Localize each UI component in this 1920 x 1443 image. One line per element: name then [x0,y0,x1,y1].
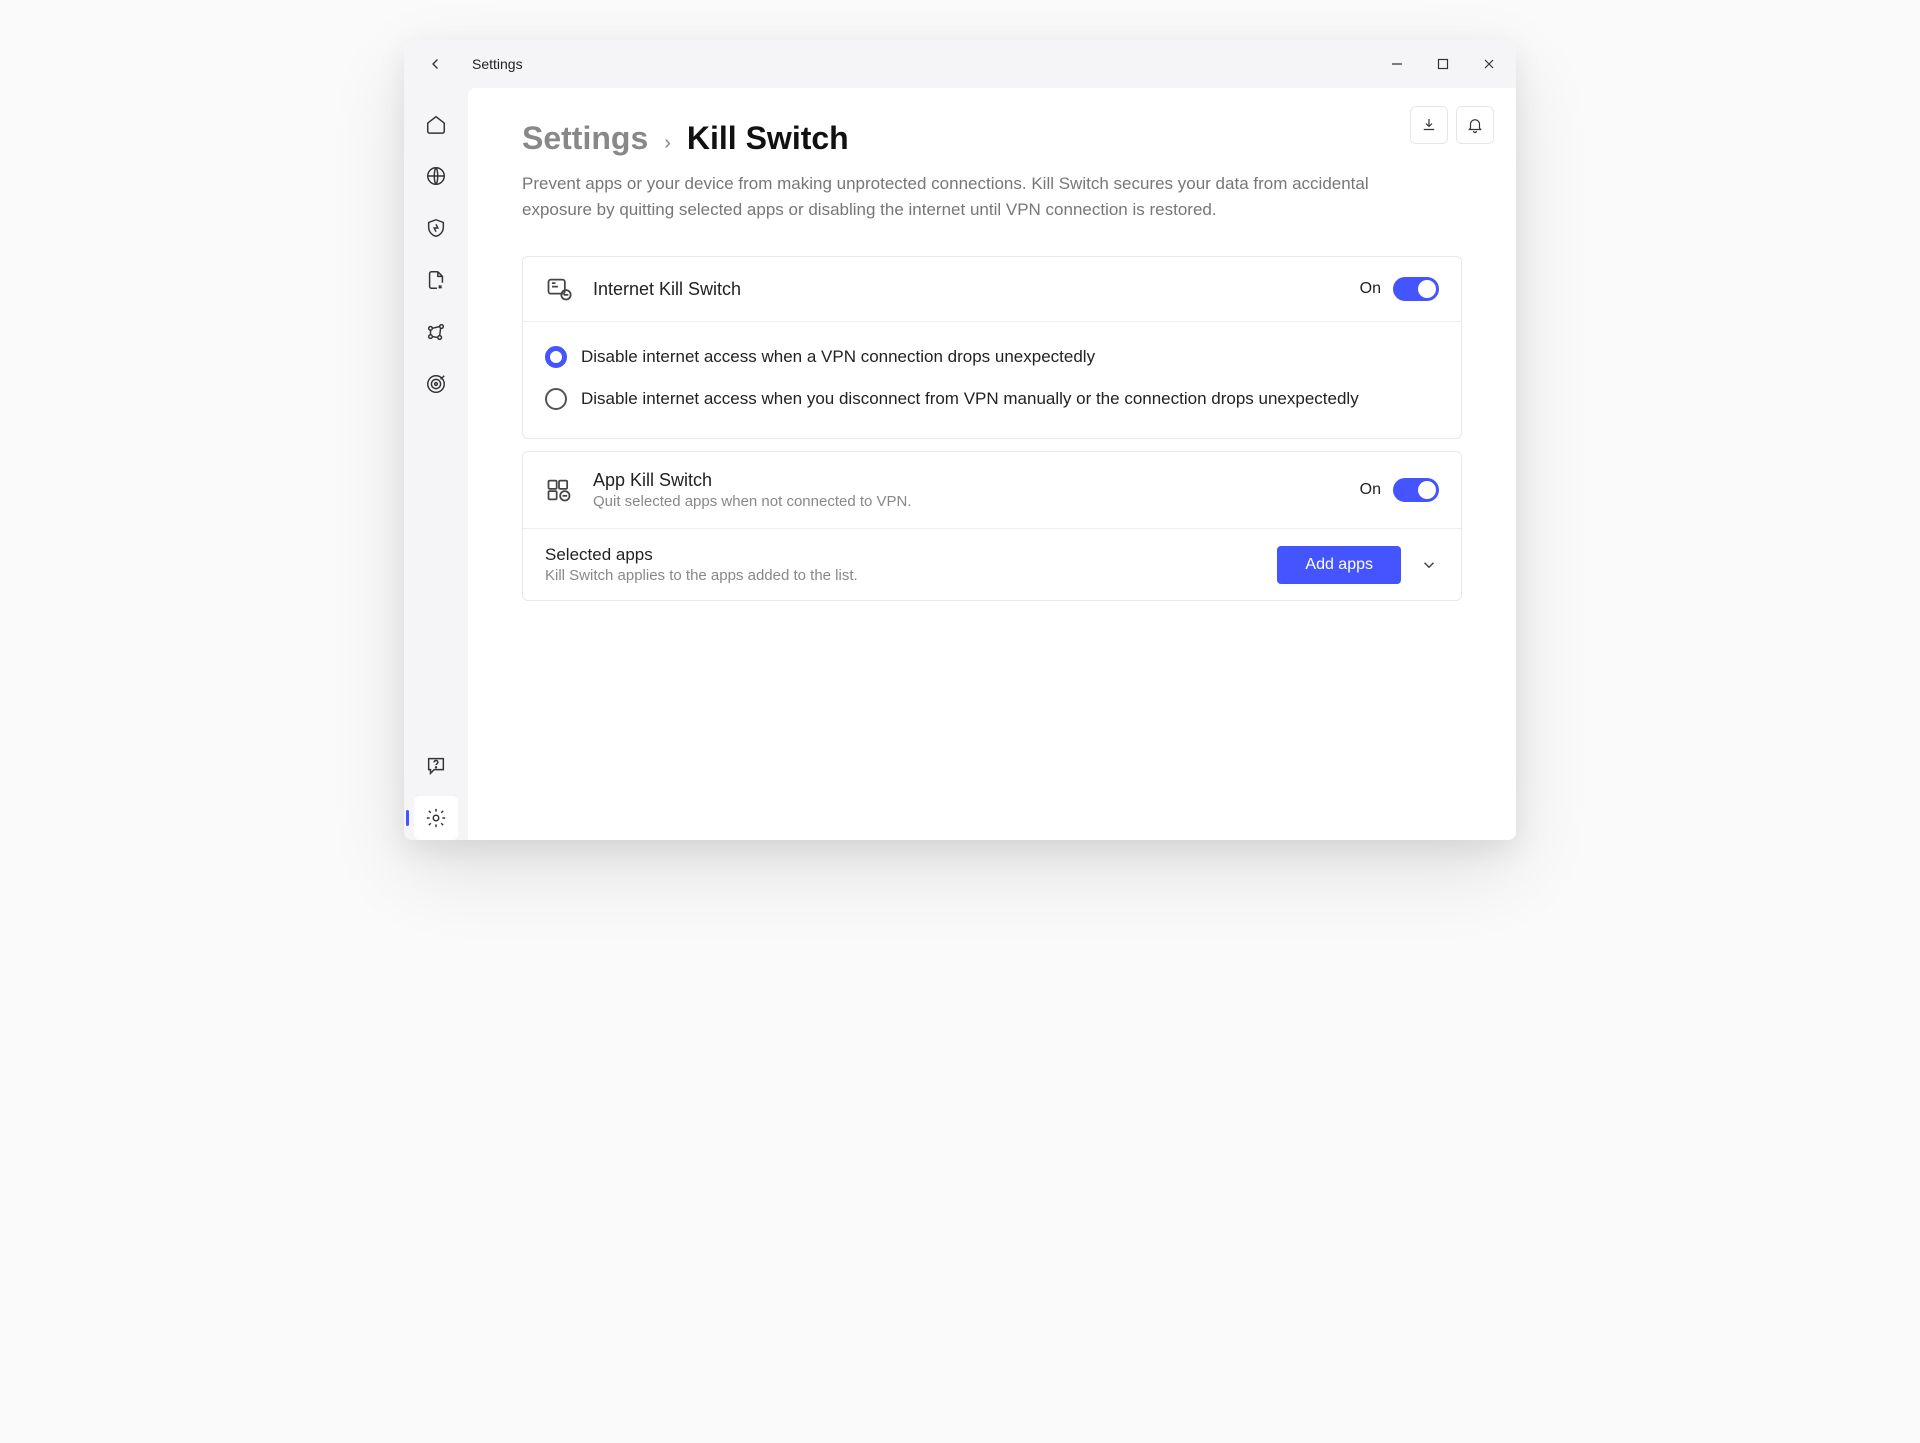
app-window: Settings Settings › [404,40,1516,840]
breadcrumb-separator-icon: › [664,132,671,155]
sidebar-item-goal[interactable] [414,362,458,406]
ks-option-always[interactable]: Disable internet access when you disconn… [545,378,1439,420]
ks-option-unexpected[interactable]: Disable internet access when a VPN conne… [545,336,1439,378]
sidebar-item-help[interactable] [414,744,458,788]
download-button[interactable] [1410,106,1448,144]
app-ks-icon [545,476,573,504]
sidebar-item-settings[interactable] [414,796,458,840]
add-apps-button[interactable]: Add apps [1277,546,1401,584]
window-title: Settings [472,56,523,72]
ks-option-label: Disable internet access when you disconn… [581,389,1359,409]
internet-ks-toggle[interactable] [1393,277,1439,301]
internet-ks-title: Internet Kill Switch [593,279,1340,300]
app-ks-toggle[interactable] [1393,478,1439,502]
breadcrumb-current: Kill Switch [687,120,849,157]
page-description: Prevent apps or your device from making … [522,171,1382,222]
app-kill-switch-card: App Kill Switch Quit selected apps when … [522,451,1462,601]
internet-kill-switch-card: Internet Kill Switch On Disable internet… [522,256,1462,439]
breadcrumb: Settings › Kill Switch [522,120,1462,157]
internet-ks-icon [545,275,573,303]
expand-apps-button[interactable] [1419,556,1439,574]
radio-icon [545,388,567,410]
sidebar-item-meshnet[interactable] [414,310,458,354]
titlebar: Settings [404,40,1516,88]
app-ks-state: On [1360,481,1381,499]
sidebar-item-security[interactable] [414,206,458,250]
app-ks-subtitle: Quit selected apps when not connected to… [593,493,1340,510]
selected-apps-subtitle: Kill Switch applies to the apps added to… [545,567,1259,584]
internet-ks-state: On [1360,280,1381,298]
app-ks-title: App Kill Switch [593,470,1340,491]
sidebar [404,88,468,840]
content-area: Settings › Kill Switch Prevent apps or y… [468,88,1516,840]
selected-apps-title: Selected apps [545,545,1259,565]
breadcrumb-parent[interactable]: Settings [522,120,648,157]
notifications-button[interactable] [1456,106,1494,144]
minimize-button[interactable] [1374,44,1420,84]
sidebar-item-home[interactable] [414,102,458,146]
maximize-button[interactable] [1420,44,1466,84]
ks-option-label: Disable internet access when a VPN conne… [581,347,1095,367]
radio-icon [545,346,567,368]
sidebar-item-browse[interactable] [414,154,458,198]
sidebar-item-file-share[interactable] [414,258,458,302]
close-button[interactable] [1466,44,1512,84]
back-button[interactable] [422,50,450,78]
